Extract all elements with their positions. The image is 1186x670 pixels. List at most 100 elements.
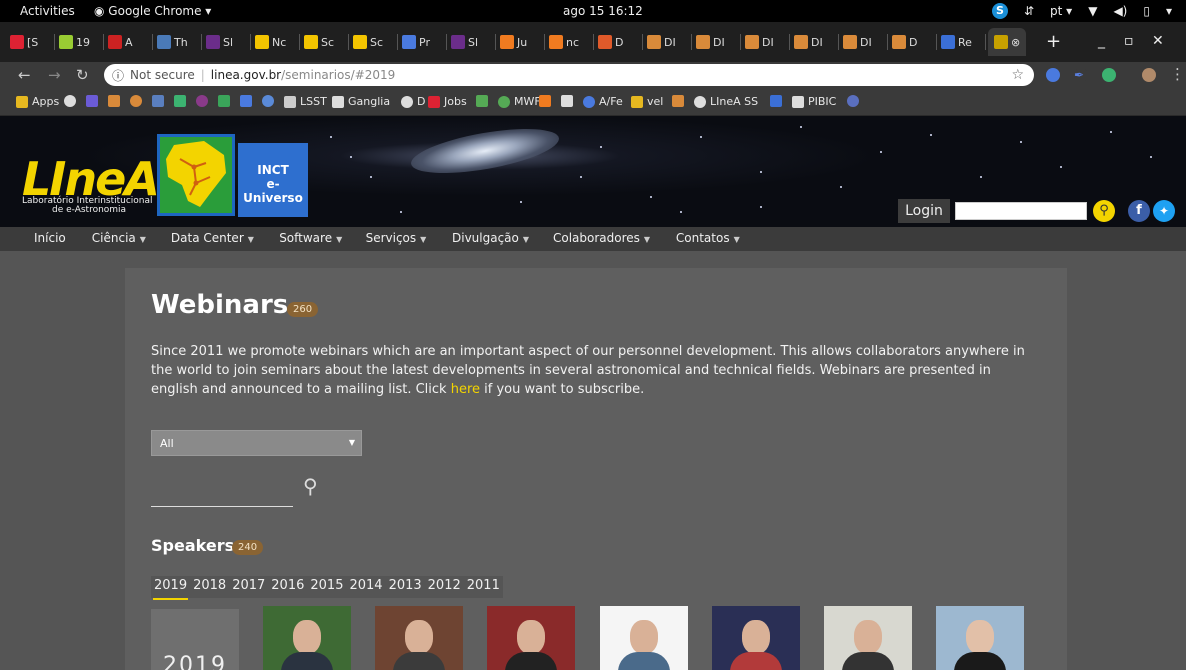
bookmark-item[interactable]: A/Fe [583,95,623,108]
bookmark-item[interactable] [672,95,684,107]
browser-tab[interactable]: Nc [255,32,286,52]
browser-tab[interactable]: Ju [500,32,527,52]
wifi-icon[interactable]: ▼ [1088,4,1097,18]
bookmark-item[interactable] [86,95,98,107]
category-filter-select[interactable]: All ▼ [151,430,362,456]
bookmark-item[interactable] [476,95,488,107]
year-tab-2013[interactable]: 2013 [386,576,425,598]
nav-item[interactable]: Contatos ▼ [676,231,740,245]
bookmark-item[interactable] [174,95,186,107]
app-menu[interactable]: ◉ Google Chrome ▾ [94,4,211,18]
bookmark-item[interactable]: MWF [498,95,541,108]
bookmark-star-icon[interactable]: ☆ [1011,67,1024,83]
bookmark-item[interactable]: Ganglia [332,95,390,108]
browser-tab[interactable]: D [892,32,917,52]
address-bar[interactable]: ⓘ Not secure | linea.gov.br /seminarios/… [104,64,1034,86]
webinar-search-input[interactable] [151,506,293,507]
reload-icon[interactable]: ↻ [76,66,89,84]
bookmark-item[interactable]: Jobs [428,95,467,108]
facebook-icon[interactable]: f [1128,200,1150,222]
new-tab-button[interactable]: + [1046,31,1061,52]
browser-tab[interactable]: DI [843,32,872,52]
browser-tab[interactable]: DI [647,32,676,52]
browser-tab[interactable]: nc [549,32,579,52]
bookmark-item[interactable] [770,95,782,107]
minimize-icon[interactable]: _ [1098,33,1105,49]
bookmark-item[interactable] [539,95,551,107]
bookmark-item[interactable]: vel [631,95,663,108]
extension-grammarly-icon[interactable] [1102,68,1116,82]
browser-tab[interactable]: 19 [59,32,90,52]
browser-tab[interactable]: Pr [402,32,430,52]
speaker-photo[interactable] [712,606,800,670]
activities-button[interactable]: Activities [20,4,75,18]
nav-item[interactable]: Colaboradores ▼ [553,231,650,245]
bookmark-item[interactable] [108,95,120,107]
close-icon[interactable]: ✕ [1152,33,1164,49]
forward-icon[interactable]: → [48,66,61,84]
profile-avatar[interactable] [1142,68,1156,82]
extension-feather-icon[interactable]: ✒ [1074,68,1088,82]
site-search-icon[interactable]: ⚲ [1093,200,1115,222]
speaker-photo[interactable] [375,606,463,670]
battery-icon[interactable]: ▯ [1143,4,1150,18]
bookmark-item[interactable]: Apps [16,95,59,108]
year-tab-2018[interactable]: 2018 [190,576,229,598]
bookmark-item[interactable] [262,95,274,107]
bookmark-item[interactable] [64,95,76,107]
site-search-input[interactable] [955,202,1087,220]
power-menu-icon[interactable]: ▾ [1166,4,1172,18]
search-icon[interactable]: ⚲ [303,474,318,498]
browser-tab[interactable]: [S [10,32,38,52]
tab-close-icon[interactable]: ⊗ [1011,36,1020,49]
speaker-photo[interactable] [263,606,351,670]
speaker-photo[interactable] [600,606,688,670]
year-tab-2017[interactable]: 2017 [229,576,268,598]
linea-logo[interactable]: LIneA Laboratório Interinstitucional de … [22,142,160,215]
bookmark-item[interactable]: PIBIC [792,95,836,108]
browser-tab[interactable]: A [108,32,133,52]
bookmark-item[interactable]: LIneA SS [694,95,758,108]
bookmark-item[interactable] [152,95,164,107]
nav-item[interactable]: Data Center ▼ [171,231,254,245]
year-tab-2011[interactable]: 2011 [464,576,503,598]
speaker-photo[interactable] [487,606,575,670]
browser-tab[interactable]: D [598,32,623,52]
browser-tab[interactable]: Sl [451,32,478,52]
nav-item[interactable]: Divulgação ▼ [452,231,529,245]
bookmark-item[interactable]: D [401,95,425,108]
bookmark-item[interactable] [218,95,230,107]
browser-tab[interactable]: Re [941,32,972,52]
inct-logo[interactable]: INCT e-Universo [238,143,308,217]
browser-menu-icon[interactable]: ⋮ [1170,65,1185,83]
speaker-photo[interactable] [824,606,912,670]
bookmark-item[interactable] [196,95,208,107]
year-tab-2015[interactable]: 2015 [307,576,346,598]
dropbox-icon[interactable]: ⇵ [1024,4,1034,18]
bookmark-item[interactable] [561,95,573,107]
extension-meet-icon[interactable] [1046,68,1060,82]
info-icon[interactable]: ⓘ [112,67,124,84]
bookmark-item[interactable] [240,95,252,107]
browser-tab[interactable]: Sc [353,32,383,52]
speaker-photo[interactable] [936,606,1024,670]
volume-icon[interactable]: ◀) [1113,4,1127,18]
bookmark-item[interactable] [130,95,142,107]
browser-tab[interactable]: DI [745,32,774,52]
nav-item[interactable]: Serviços ▼ [366,231,427,245]
bookmark-item[interactable]: LSST [284,95,327,108]
back-icon[interactable]: ← [18,66,31,84]
brazil-map-logo[interactable] [157,134,235,216]
clock[interactable]: ago 15 16:12 [563,4,643,18]
year-tab-2012[interactable]: 2012 [425,576,464,598]
year-tab-2019[interactable]: 2019 [151,576,190,600]
twitter-icon[interactable]: ✦ [1153,200,1175,222]
year-tab-2014[interactable]: 2014 [346,576,385,598]
year-tab-2016[interactable]: 2016 [268,576,307,598]
browser-tab[interactable]: DI [794,32,823,52]
browser-tab[interactable]: Sl [206,32,233,52]
subscribe-link[interactable]: here [451,382,480,397]
browser-tab[interactable]: Th [157,32,188,52]
nav-item[interactable]: Ciência ▼ [92,231,146,245]
nav-item[interactable]: Início [34,231,66,245]
